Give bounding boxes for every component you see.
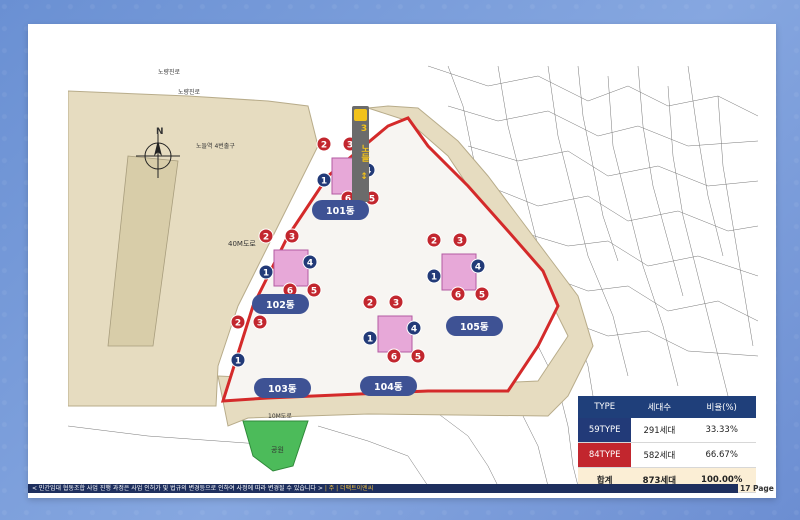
station-label: 노들역 4번출구 bbox=[196, 142, 235, 150]
cell-ratio: 33.33% bbox=[687, 418, 756, 443]
unit-badge-number: 5 bbox=[369, 195, 375, 205]
building-label-104: 104동 bbox=[360, 376, 417, 396]
unit-summary-table: TYPE 세대수 비율(%) 59TYPE 291세대 33.33% 84TYP… bbox=[578, 396, 756, 493]
cell-type: 84TYPE bbox=[578, 442, 632, 468]
unit-badge-number: 5 bbox=[415, 353, 421, 363]
unit-badge-number: 3 bbox=[257, 319, 263, 329]
header-units: 세대수 bbox=[631, 396, 688, 418]
unit-badge-number: 5 bbox=[311, 287, 317, 297]
unit-badge-number: 2 bbox=[431, 237, 437, 247]
footer-disclaimer: < 민간임대 협동조합 사업 진행 과정은 사업 인허가 및 법규의 변경등으로… bbox=[32, 485, 323, 492]
building-label-105: 105동 bbox=[446, 316, 503, 336]
unit-badge-number: 4 bbox=[411, 325, 417, 335]
building-footprint bbox=[441, 253, 477, 291]
unit-badge-number: 2 bbox=[235, 319, 241, 329]
unit-badge-number: 5 bbox=[479, 291, 485, 301]
unit-badge-number: 2 bbox=[321, 141, 327, 151]
building-label-101: 101동 bbox=[312, 200, 369, 220]
unit-badge-number: 1 bbox=[263, 269, 269, 279]
table-header-row: TYPE 세대수 비율(%) bbox=[578, 396, 756, 418]
building-footprint bbox=[377, 315, 413, 353]
footer-source: | 주 | 더팩트이엔씨 bbox=[324, 485, 374, 492]
table-row-84type: 84TYPE 582세대 66.67% bbox=[578, 442, 756, 468]
unit-badge-number: 2 bbox=[263, 233, 269, 243]
header-ratio: 비율(%) bbox=[687, 396, 756, 418]
bus-icon bbox=[354, 109, 367, 121]
cell-units: 582세대 bbox=[631, 442, 688, 468]
unit-badge-number: 4 bbox=[475, 263, 481, 273]
road-label-top: 노량진로 bbox=[158, 68, 181, 76]
cell-type: 59TYPE bbox=[578, 418, 632, 443]
unit-badge-number: 3 bbox=[393, 299, 399, 309]
header-type: TYPE bbox=[578, 396, 632, 418]
footer-disclaimer-bar: < 민간임대 협동조합 사업 진행 과정은 사업 인허가 및 법규의 변경등으로… bbox=[28, 484, 738, 493]
unit-badge-number: 1 bbox=[321, 177, 327, 187]
cell-ratio: 66.67% bbox=[687, 442, 756, 468]
table-row-59type: 59TYPE 291세대 33.33% bbox=[578, 418, 756, 443]
page-number: 17 Page bbox=[740, 484, 774, 493]
unit-badge-number: 1 bbox=[431, 273, 437, 283]
unit-badge-number: 3 bbox=[289, 233, 295, 243]
road-label-noryangjin: 노량진로 bbox=[178, 88, 201, 96]
unit-badge-number: 3 bbox=[457, 237, 463, 247]
building-label-103: 103동 bbox=[254, 378, 311, 398]
park-label: 공원 bbox=[271, 445, 284, 454]
unit-badge-number: 6 bbox=[455, 291, 461, 301]
unit-badge-number: 2 bbox=[367, 299, 373, 309]
document-page: 노량진로 노량진로 노들역 4번출구 N 40M도로 10M도로 공원 1 2 3 4… bbox=[28, 24, 776, 498]
cell-units: 291세대 bbox=[631, 418, 688, 443]
unit-badge-number: 4 bbox=[307, 259, 313, 269]
building-label-102: 102동 bbox=[252, 294, 309, 314]
bus-stop-sign: 3 노들 ↕ bbox=[352, 106, 369, 202]
unit-badge-number: 1 bbox=[367, 335, 373, 345]
unit-badge-number: 6 bbox=[391, 353, 397, 363]
bus-stop-text: 3 노들 ↕ bbox=[359, 124, 369, 182]
road-label-40m: 40M도로 bbox=[228, 240, 256, 248]
road-label-10m: 10M도로 bbox=[268, 413, 292, 420]
north-label: N bbox=[156, 127, 164, 137]
building-footprint bbox=[273, 249, 309, 287]
unit-badge-number: 1 bbox=[235, 357, 241, 367]
